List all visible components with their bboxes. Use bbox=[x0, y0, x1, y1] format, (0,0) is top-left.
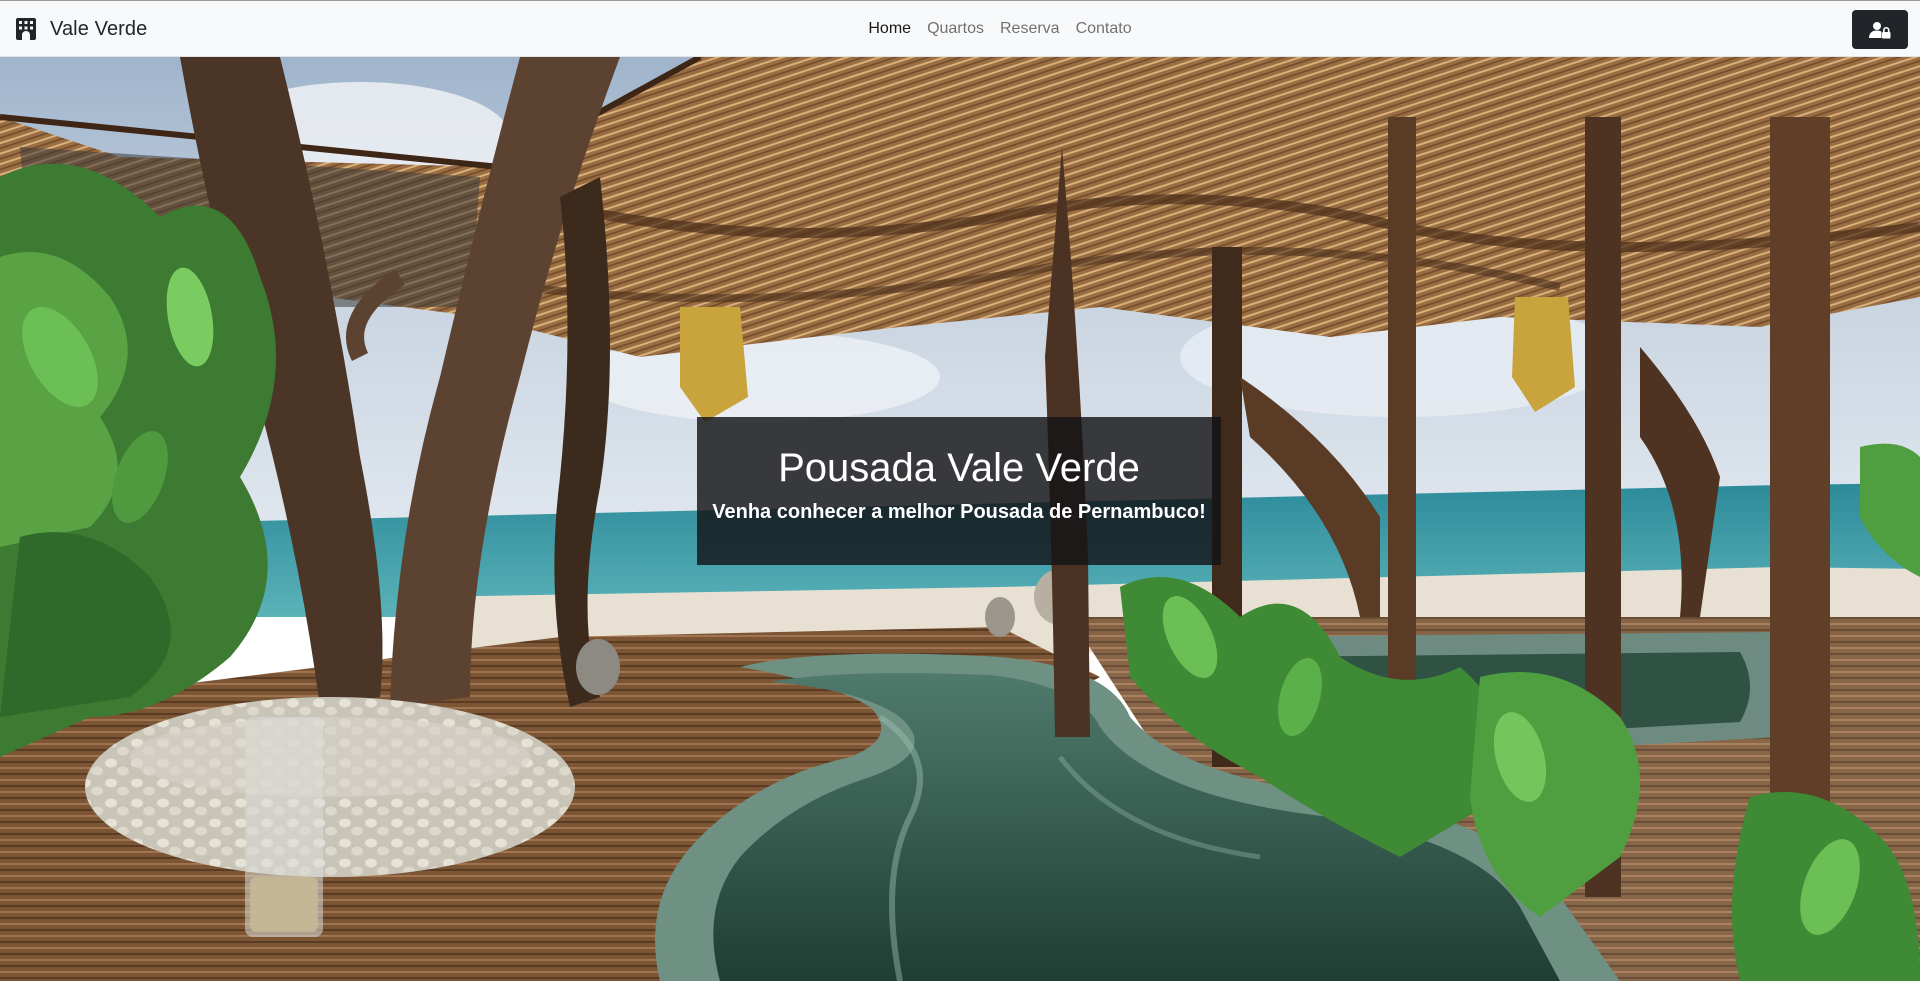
nav-home[interactable]: Home bbox=[860, 12, 919, 46]
top-navbar: Vale Verde Home Quartos Reserva Contato bbox=[0, 0, 1920, 57]
hero-carousel: Pousada Vale Verde Venha conhecer a melh… bbox=[0, 57, 1920, 981]
brand-name: Vale Verde bbox=[50, 17, 148, 40]
nav-reserva[interactable]: Reserva bbox=[992, 12, 1068, 46]
brand-link[interactable]: Vale Verde bbox=[14, 1, 147, 57]
nav-contato[interactable]: Contato bbox=[1068, 12, 1140, 46]
hero-caption: Pousada Vale Verde Venha conhecer a melh… bbox=[697, 417, 1221, 565]
user-lock-icon bbox=[1869, 21, 1891, 38]
hero-title: Pousada Vale Verde bbox=[778, 446, 1140, 490]
hotel-building-icon bbox=[16, 18, 36, 40]
hero-subtitle: Venha conhecer a melhor Pousada de Perna… bbox=[712, 501, 1206, 523]
nav-quartos[interactable]: Quartos bbox=[919, 12, 992, 46]
main-nav: Home Quartos Reserva Contato bbox=[0, 1, 1920, 57]
login-button[interactable] bbox=[1852, 10, 1908, 49]
